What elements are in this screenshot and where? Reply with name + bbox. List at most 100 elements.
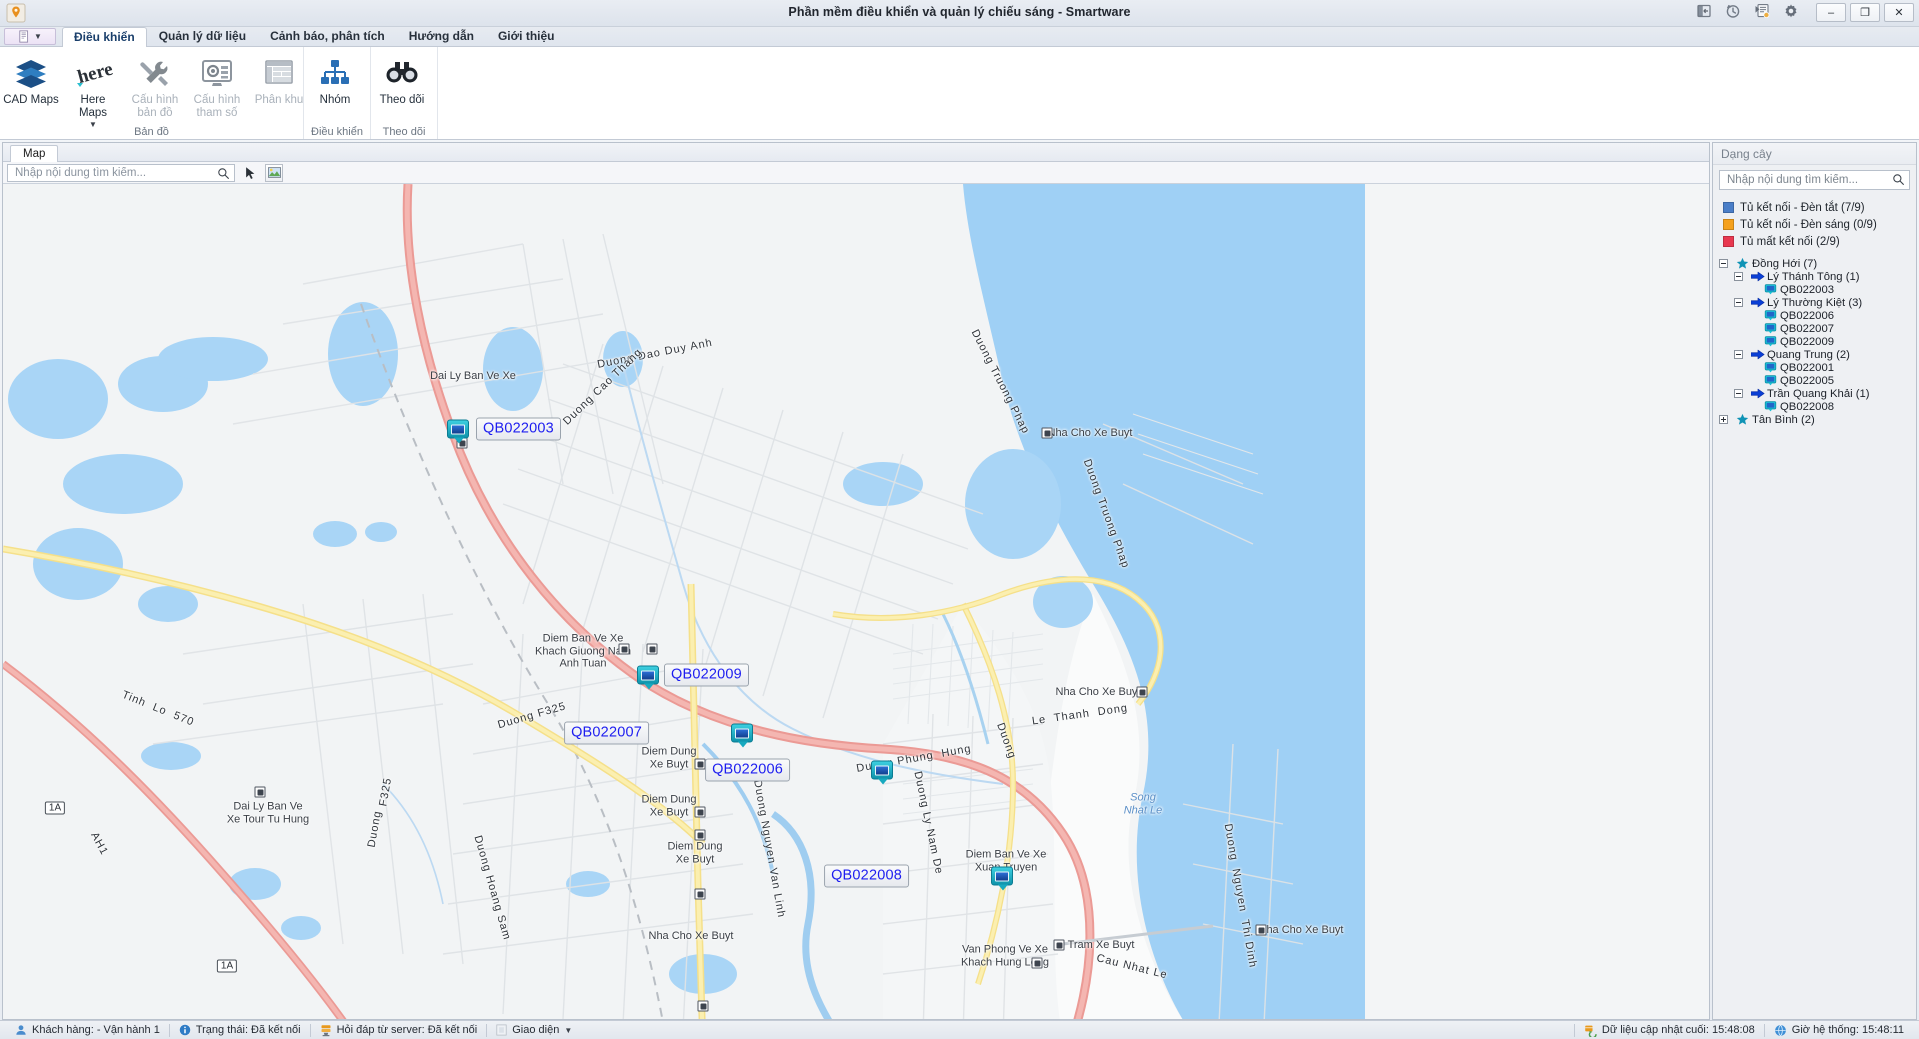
collapse-icon[interactable] <box>1734 298 1743 307</box>
tree-node-group[interactable]: Lý Thánh Tông (1) <box>1719 270 1916 283</box>
tab-huong-dan[interactable]: Hướng dẫn <box>397 26 486 46</box>
ribbon-group-label-theo-doi: Theo dõi <box>382 126 426 138</box>
tree-node-label: QB022007 <box>1780 322 1835 335</box>
collapse-icon[interactable] <box>1734 389 1743 398</box>
map-road-label: Duong Ly Nam De <box>911 770 946 876</box>
map-cabinet-marker[interactable] <box>991 866 1013 891</box>
ribbon-group-dieu-khien: Nhóm Điều khiển <box>303 47 370 139</box>
ribbon-group-ban-do: CAD Maps here Here Maps ▼ Cấu hình bản đ… <box>0 47 303 139</box>
map-water-label: Song Nhat Le <box>1123 791 1163 817</box>
tree-node-label: QB022006 <box>1780 309 1835 322</box>
image-layer-icon[interactable] <box>265 163 283 182</box>
map-poi-label: Diem Dung Xe Buyt <box>667 840 723 866</box>
bus-stop-icon <box>646 643 658 655</box>
expand-icon[interactable] <box>1719 415 1728 424</box>
quick-access-toolbar[interactable]: ▼ <box>4 28 56 45</box>
map-canvas[interactable]: Duong Dao Duy Anh Duong Cao Thang Duong Tr… <box>3 184 1709 1019</box>
map-tab-strip: Map <box>3 143 1709 162</box>
tree-node-device[interactable]: QB022008 <box>1719 400 1916 413</box>
map-road-label: Tinh Lo 570 <box>120 688 196 729</box>
tree-node-label: QB022008 <box>1780 400 1835 413</box>
tree-panel-title: Dạng cây <box>1713 143 1916 165</box>
close-button[interactable]: ✕ <box>1884 3 1914 22</box>
tree-node-label: QB022009 <box>1780 335 1835 348</box>
tree-node-group[interactable]: Quang Trung (2) <box>1719 348 1916 361</box>
legend-row: Tủ kết nối - Đèn sáng (0/9) <box>1723 216 1916 233</box>
map-road-label: Duong Truong Phap <box>968 327 1032 437</box>
panel-collapse-icon[interactable] <box>1696 3 1712 19</box>
collapse-icon[interactable] <box>1734 272 1743 281</box>
tree-node-device[interactable]: QB022005 <box>1719 374 1916 387</box>
arrow-icon <box>1750 388 1765 399</box>
qat-chevron-down-icon[interactable]: ▼ <box>34 32 42 41</box>
map-cabinet-marker[interactable] <box>871 760 893 785</box>
search-icon[interactable] <box>217 167 230 183</box>
map-cabinet-label[interactable]: QB022003 <box>476 417 561 441</box>
tab-quan-ly-du-lieu[interactable]: Quản lý dữ liệu <box>147 26 258 46</box>
map-poi-label: Tram Xe Buyt <box>1067 938 1135 951</box>
collapse-icon[interactable] <box>1734 350 1743 359</box>
map-search-box[interactable] <box>7 163 235 183</box>
tree-node-label: Quang Trung (2) <box>1767 348 1850 361</box>
chevron-down-icon[interactable]: ▼ <box>564 1026 572 1035</box>
map-road-label: Duong Cao Thang <box>560 346 645 428</box>
tree-node-label: QB022003 <box>1780 283 1835 296</box>
map-cabinet-marker[interactable] <box>447 419 469 444</box>
tree-node-group[interactable]: Đồng Hới (7) <box>1719 257 1916 270</box>
legend-row: Tủ kết nối - Đèn tắt (7/9) <box>1723 199 1916 216</box>
map-cabinet-label[interactable]: QB022008 <box>824 864 909 888</box>
tree-search-box[interactable] <box>1719 170 1910 190</box>
here-maps-icon: here <box>73 54 113 92</box>
map-toolbar <box>3 162 1709 184</box>
map-road-label: Duong Hoang Sam <box>471 834 513 942</box>
cabinet-screen-glyph <box>451 424 465 434</box>
map-cabinet-label[interactable]: QB022006 <box>705 758 790 782</box>
minimize-button[interactable]: – <box>1816 3 1846 22</box>
map-poi-label: Dai Ly Ban Ve Xe <box>430 369 516 382</box>
device-icon <box>1763 309 1778 322</box>
status-server: Hỏi đáp từ server: Đã kết nối <box>311 1024 487 1037</box>
status-interface-menu[interactable]: Giao diện ▼ <box>487 1024 581 1036</box>
status-bar: Khách hàng: - Vận hành 1 Trạng thái: Đã … <box>0 1020 1919 1039</box>
tab-gioi-thieu[interactable]: Giới thiệu <box>486 26 567 46</box>
tree-node-device[interactable]: QB022009 <box>1719 335 1916 348</box>
search-icon[interactable] <box>1892 173 1905 189</box>
bus-stop-icon <box>618 643 630 655</box>
map-cabinet-marker[interactable] <box>731 723 753 748</box>
device-tree[interactable]: Đồng Hới (7) Lý Thánh Tông (1) QB022003 Lý … <box>1719 257 1916 1019</box>
collapse-icon[interactable] <box>1719 259 1728 268</box>
map-cabinet-label[interactable]: QB022007 <box>564 721 649 745</box>
ribbon-label-cau-hinh-tham-so: Cấu hình tham số <box>193 94 241 119</box>
bus-stop-icon <box>1031 957 1043 969</box>
tab-dieu-khien[interactable]: Điều khiển <box>62 27 147 47</box>
history-clock-icon[interactable] <box>1725 3 1741 19</box>
cabinet-screen-glyph <box>995 871 1009 881</box>
tree-node-device[interactable]: QB022007 <box>1719 322 1916 335</box>
tree-node-device[interactable]: QB022003 <box>1719 283 1916 296</box>
ribbon-content: CAD Maps here Here Maps ▼ Cấu hình bản đ… <box>0 47 1919 140</box>
tree-node-group[interactable]: Trần Quang Khải (1) <box>1719 387 1916 400</box>
tree-node-label: Lý Thường Kiệt (3) <box>1767 296 1863 309</box>
map-cabinet-label[interactable]: QB022009 <box>664 663 749 687</box>
report-settings-icon[interactable] <box>1754 3 1770 19</box>
server-icon <box>321 1024 331 1036</box>
bus-stop-icon <box>694 758 706 770</box>
cursor-icon[interactable] <box>241 164 259 182</box>
map-poi-label: Diem Ban Ve Xe Khach Giuong Nam Anh Tuan <box>535 632 631 670</box>
map-cabinet-marker[interactable] <box>637 665 659 690</box>
tree-node-device[interactable]: QB022006 <box>1719 309 1916 322</box>
restore-button[interactable]: ❐ <box>1850 3 1880 22</box>
application-window: Phần mềm điều khiển và quản lý chiếu sán… <box>0 0 1919 1039</box>
tree-node-label: QB022001 <box>1780 361 1835 374</box>
tab-canh-bao-phan-tich[interactable]: Cảnh báo, phân tích <box>258 26 397 46</box>
status-customer: Khách hàng: - Vận hành 1 <box>6 1024 169 1036</box>
tree-node-group[interactable]: Tân Bình (2) <box>1719 413 1916 426</box>
status-state-text: Trạng thái: Đã kết nối <box>195 1024 301 1036</box>
tab-map[interactable]: Map <box>10 145 59 162</box>
tree-node-group[interactable]: Lý Thường Kiệt (3) <box>1719 296 1916 309</box>
gear-icon[interactable] <box>1783 3 1799 19</box>
tree-node-device[interactable]: QB022001 <box>1719 361 1916 374</box>
tree-search-input[interactable] <box>1725 173 1889 187</box>
map-search-input[interactable] <box>13 165 216 180</box>
bus-stop-icon <box>1136 686 1148 698</box>
